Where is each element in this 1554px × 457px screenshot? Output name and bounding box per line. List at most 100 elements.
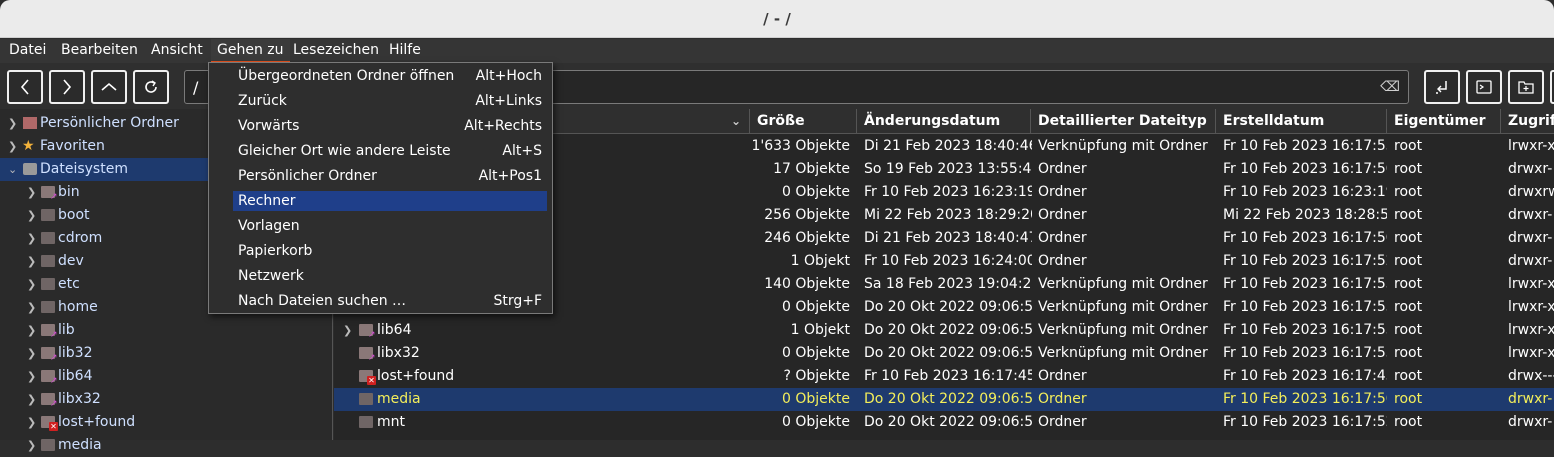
column-header-modified[interactable]: Änderungsdatum — [857, 109, 1031, 134]
chevron-right-icon[interactable]: ❯ — [27, 250, 36, 273]
sidebar-item-label: lib — [58, 322, 75, 338]
clear-path-icon[interactable]: ⌫ — [1380, 79, 1400, 95]
menubar: Datei Bearbeiten Ansicht Gehen zu Leseze… — [0, 39, 1554, 63]
column-header-created[interactable]: Erstelldatum — [1216, 109, 1387, 134]
cell-size: 1 Objekt — [790, 322, 850, 338]
up-button[interactable] — [91, 70, 127, 104]
cell-owner: root — [1394, 230, 1423, 246]
menu-item-parent-folder[interactable]: Übergeordneten Ordner öffnen Alt+Hoch — [233, 65, 547, 88]
menu-item-shortcut: Alt+S — [502, 143, 542, 159]
chevron-right-icon[interactable]: ❯ — [27, 434, 36, 457]
cell-modified: Di 21 Feb 2023 18:40:46 — [864, 138, 1032, 154]
menu-item-forward[interactable]: Vorwärts Alt+Rechts — [233, 115, 547, 138]
window-titlebar[interactable]: / - / — [0, 0, 1554, 38]
menu-item-trash[interactable]: Papierkorb — [233, 240, 547, 263]
jump-icon — [1436, 81, 1447, 94]
table-row[interactable]: ↗ libx32 0 Objekte Do 20 Okt 2022 09:06:52 V… — [334, 342, 1554, 365]
cell-created: Fr 10 Feb 2023 16:17:53 — [1223, 299, 1387, 315]
folder-locked-icon: ✕ — [359, 370, 376, 385]
cell-modified: Do 20 Okt 2022 09:06:54 — [864, 322, 1032, 338]
column-header-permissions[interactable]: Zugriff — [1501, 109, 1554, 134]
menu-item-search-files[interactable]: Nach Dateien suchen … Strg+F — [233, 290, 547, 313]
toolbar-overflow-button[interactable] — [1550, 70, 1554, 104]
chevron-right-icon[interactable]: ❯ — [27, 181, 36, 204]
cell-created: Fr 10 Feb 2023 16:17:53 — [1223, 345, 1387, 361]
cell-permissions: drwxrw — [1508, 184, 1554, 200]
cell-created: Mi 22 Feb 2023 18:28:57 — [1223, 207, 1387, 223]
menu-hilfe[interactable]: Hilfe — [389, 39, 421, 63]
chevron-right-icon[interactable]: ❯ — [27, 365, 36, 388]
cell-type: Verknüpfung mit Ordner — [1038, 322, 1208, 338]
chevron-right-icon[interactable]: ❯ — [343, 319, 352, 342]
chevron-right-icon[interactable]: ❯ — [27, 204, 36, 227]
folder-link-icon: ↗ — [41, 324, 58, 340]
chevron-down-icon[interactable]: ⌄ — [8, 158, 17, 181]
cell-name: media — [377, 391, 421, 407]
forward-button[interactable] — [49, 70, 85, 104]
table-row[interactable]: mnt 0 Objekte Do 20 Okt 2022 09:06:53 Ordne… — [334, 411, 1554, 434]
cell-modified: Do 20 Okt 2022 09:06:52 — [864, 345, 1032, 361]
chevron-right-icon — [63, 79, 72, 95]
menu-bearbeiten[interactable]: Bearbeiten — [61, 39, 138, 63]
chevron-right-icon[interactable]: ❯ — [27, 227, 36, 250]
folder-icon — [359, 416, 373, 428]
menu-item-back[interactable]: Zurück Alt+Links — [233, 90, 547, 113]
sidebar-item-lib64[interactable]: ❯ ↗ lib64 — [0, 365, 333, 388]
column-header-owner[interactable]: Eigentümer — [1387, 109, 1501, 134]
cell-modified: Do 20 Okt 2022 09:06:53 — [864, 391, 1032, 407]
sort-chevron-down-icon[interactable]: ⌄ — [731, 109, 741, 134]
cell-owner: root — [1394, 207, 1423, 223]
menu-ansicht[interactable]: Ansicht — [151, 39, 203, 63]
table-row[interactable]: media 0 Objekte Do 20 Okt 2022 09:06:53 Ord… — [334, 388, 1554, 411]
sidebar-item-lost-found[interactable]: ❯ ✕ lost+found — [0, 411, 333, 434]
cell-type: Ordner — [1038, 184, 1087, 200]
menu-item-network[interactable]: Netzwerk — [233, 265, 547, 288]
sidebar-item-lib[interactable]: ❯ ↗ lib — [0, 319, 333, 342]
chevron-right-icon[interactable]: ❯ — [27, 273, 36, 296]
cell-created: Fr 10 Feb 2023 16:17:53 — [1223, 138, 1387, 154]
column-header-type[interactable]: Detaillierter Dateityp — [1031, 109, 1216, 134]
terminal-button[interactable] — [1466, 70, 1502, 104]
chevron-right-icon[interactable]: ❯ — [27, 342, 36, 365]
cell-modified: Fr 10 Feb 2023 16:24:00 — [864, 253, 1032, 269]
reload-button[interactable] — [133, 70, 169, 104]
new-folder-button[interactable] — [1508, 70, 1544, 104]
sidebar-item-media[interactable]: ❯ media — [0, 434, 333, 457]
cell-created: Fr 10 Feb 2023 16:23:19 — [1223, 184, 1387, 200]
cell-size: 1 Objekt — [790, 253, 850, 269]
folder-link-icon: ↗ — [359, 324, 376, 340]
cell-owner: root — [1394, 299, 1423, 315]
cell-permissions: lrwxr-x — [1508, 345, 1554, 361]
cell-size: 1'633 Objekte — [751, 138, 850, 154]
menu-item-home-folder[interactable]: Persönlicher Ordner Alt+Pos1 — [233, 165, 547, 188]
table-row[interactable]: ✕ lost+found ? Objekte Fr 10 Feb 2023 16:17… — [334, 365, 1554, 388]
chevron-right-icon[interactable]: ❯ — [27, 411, 36, 434]
chevron-right-icon[interactable]: ❯ — [27, 319, 36, 342]
sidebar-item-libx32[interactable]: ❯ ↗ libx32 — [0, 388, 333, 411]
window-title: / - / — [763, 10, 791, 28]
chevron-right-icon[interactable]: ❯ — [27, 388, 36, 411]
chevron-right-icon[interactable]: ❯ — [8, 112, 17, 135]
sidebar-item-label: Dateisystem — [40, 161, 128, 177]
menu-lesezeichen[interactable]: Lesezeichen — [293, 39, 379, 63]
back-button[interactable] — [7, 70, 43, 104]
menu-item-same-location[interactable]: Gleicher Ort wie andere Leiste Alt+S — [233, 140, 547, 163]
table-row[interactable]: ❯ ↗ lib64 1 Objekt Do 20 Okt 2022 09:06:54 Ve… — [334, 319, 1554, 342]
sidebar-item-label: lib64 — [58, 368, 93, 384]
sidebar-item-label: lost+found — [58, 414, 136, 430]
menu-gehen-zu[interactable]: Gehen zu — [211, 39, 290, 63]
cell-type: Ordner — [1038, 207, 1087, 223]
chevron-right-icon[interactable]: ❯ — [27, 296, 36, 319]
cell-permissions: drwx--- — [1508, 368, 1554, 384]
sidebar-item-lib32[interactable]: ❯ ↗ lib32 — [0, 342, 333, 365]
column-header-size[interactable]: Größe — [750, 109, 857, 134]
menu-item-computer[interactable]: Rechner — [233, 191, 547, 211]
path-value[interactable]: / — [193, 78, 198, 97]
menu-datei[interactable]: Datei — [9, 39, 46, 63]
chevron-left-icon — [20, 79, 29, 95]
cell-modified: So 19 Feb 2023 13:55:44 — [864, 161, 1032, 177]
jump-button[interactable] — [1424, 70, 1460, 104]
chevron-right-icon[interactable]: ❯ — [8, 135, 17, 158]
menu-item-templates[interactable]: Vorlagen — [233, 215, 547, 238]
cell-size: 246 Objekte — [764, 230, 850, 246]
